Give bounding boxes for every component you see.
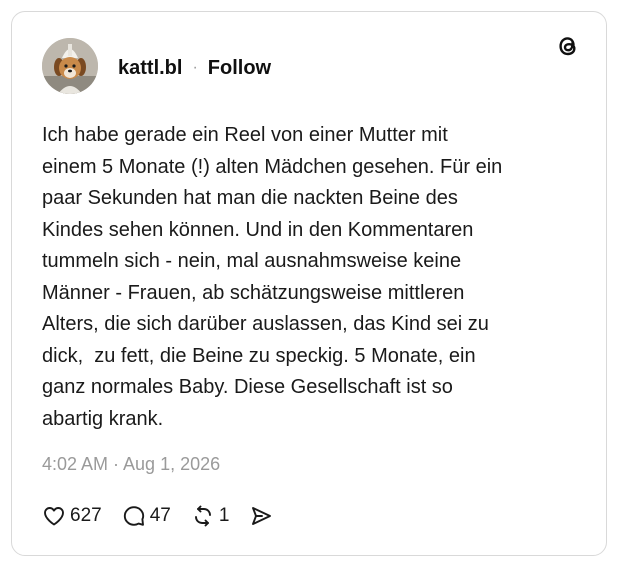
reply-button[interactable]: 47: [122, 504, 171, 528]
separator-dot: ·: [192, 59, 198, 76]
share-send-icon: [249, 504, 273, 528]
avatar-dog-image: [42, 38, 98, 94]
comment-bubble-icon: [122, 504, 146, 528]
repost-count: 1: [218, 505, 230, 526]
post-body-text: Ich habe gerade ein Reel von einer Mutte…: [42, 124, 503, 430]
threads-logo-icon[interactable]: [554, 32, 582, 60]
post-timestamp: 4:02 AM · Aug 1, 2026: [42, 454, 221, 474]
like-button[interactable]: 627: [42, 504, 102, 528]
author-row: kattl.bl · Follow: [118, 55, 271, 81]
post-card: kattl.bl · Follow Ich habe gerade ein Re…: [11, 11, 607, 556]
reply-count: 47: [149, 505, 171, 526]
heart-icon: [42, 504, 66, 528]
username[interactable]: kattl.bl: [118, 57, 182, 80]
action-bar: 627 47 1: [42, 502, 293, 530]
share-button[interactable]: [249, 504, 273, 528]
repost-button[interactable]: 1: [191, 504, 230, 528]
repost-icon: [191, 504, 215, 528]
avatar[interactable]: [42, 38, 98, 94]
follow-button[interactable]: Follow: [208, 57, 271, 80]
like-count: 627: [70, 505, 102, 526]
